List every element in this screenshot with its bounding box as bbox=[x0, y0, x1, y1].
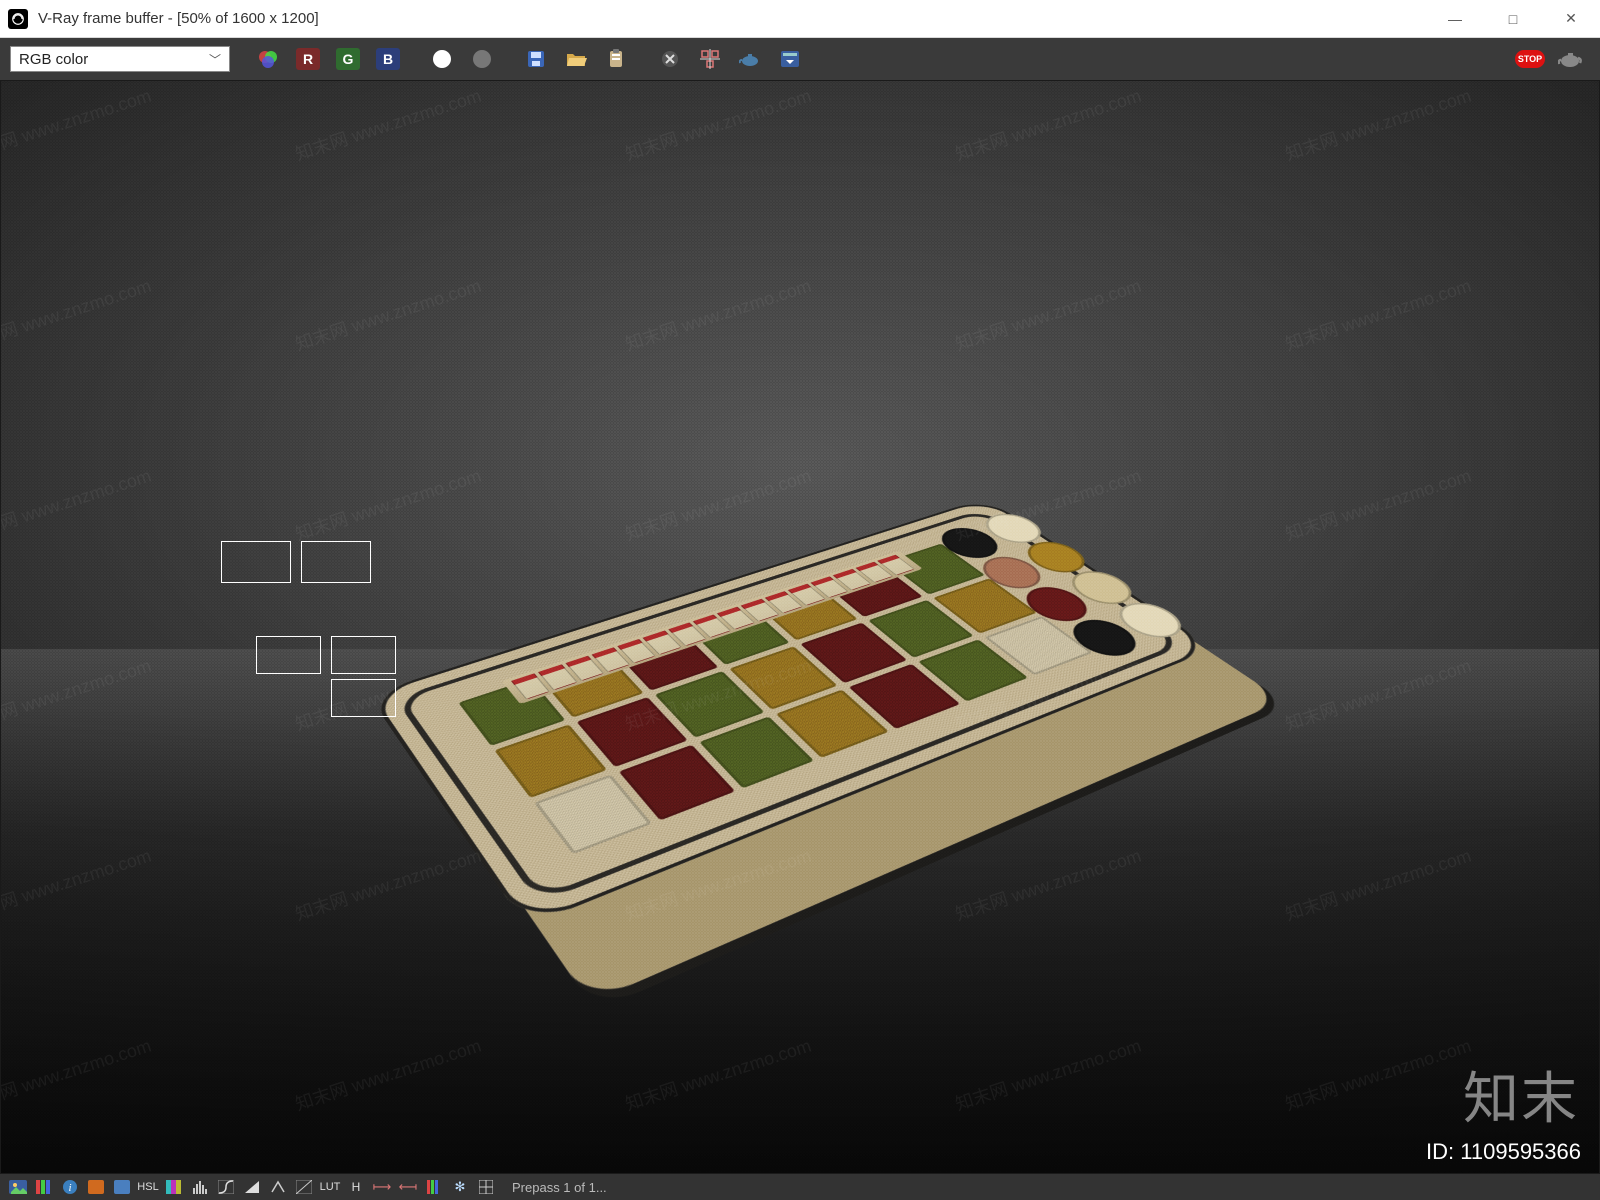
grey-circle-icon bbox=[473, 50, 491, 68]
track-mouse-rect bbox=[301, 541, 371, 583]
vray-app-icon bbox=[8, 9, 28, 29]
stop-icon: STOP bbox=[1515, 50, 1545, 68]
sb-exposure-icon[interactable] bbox=[242, 1178, 262, 1196]
statusbar: i HSL LUT H ⟼ ⟻ ✻ Prepass 1 of 1... bbox=[0, 1174, 1600, 1200]
blue-channel-icon: B bbox=[376, 48, 400, 70]
track-mouse-rect bbox=[331, 679, 396, 717]
rgb-venn-icon bbox=[257, 49, 279, 69]
white-circle-icon bbox=[433, 50, 451, 68]
open-image-button[interactable] bbox=[558, 44, 594, 74]
blue-channel-button[interactable]: B bbox=[370, 44, 406, 74]
status-text: Prepass 1 of 1... bbox=[512, 1180, 607, 1195]
sb-color1-icon[interactable] bbox=[86, 1178, 106, 1196]
stop-render-button[interactable]: STOP bbox=[1512, 44, 1548, 74]
render-noise-overlay bbox=[1, 81, 1599, 1173]
red-channel-button[interactable]: R bbox=[290, 44, 326, 74]
sb-bracket-l-icon[interactable]: ⟼ bbox=[372, 1178, 392, 1196]
green-channel-button[interactable]: G bbox=[330, 44, 366, 74]
window-title: V-Ray frame buffer - [50% of 1600 x 1200… bbox=[38, 10, 1426, 27]
floppy-disk-icon bbox=[526, 49, 546, 69]
maximize-button[interactable]: □ bbox=[1484, 0, 1542, 37]
chevron-down-icon: ﹀ bbox=[209, 51, 221, 68]
teapot-link-icon bbox=[739, 51, 761, 67]
clipboard-icon bbox=[607, 49, 625, 69]
channel-dropdown[interactable]: RGB color ﹀ bbox=[10, 46, 230, 72]
sb-stripes-icon[interactable] bbox=[424, 1178, 444, 1196]
render-viewport[interactable]: 知末网 www.znzmo.com知末网 www.znzmo.com知末网 ww… bbox=[0, 80, 1600, 1174]
clear-image-button[interactable] bbox=[652, 44, 688, 74]
sb-h-button[interactable]: H bbox=[346, 1178, 366, 1196]
mono-white-button[interactable] bbox=[424, 44, 460, 74]
start-render-button[interactable] bbox=[1552, 44, 1588, 74]
sb-levels-icon[interactable] bbox=[34, 1178, 54, 1196]
toolbar: RGB color ﹀ R G B bbox=[0, 38, 1600, 80]
sb-color2-icon[interactable] bbox=[112, 1178, 132, 1196]
sb-snowflake-icon[interactable]: ✻ bbox=[450, 1178, 470, 1196]
sb-grid-icon[interactable] bbox=[476, 1178, 496, 1196]
sb-info-icon[interactable]: i bbox=[60, 1178, 80, 1196]
sb-colorbalance-icon[interactable] bbox=[164, 1178, 184, 1196]
channel-dropdown-label: RGB color bbox=[19, 51, 88, 68]
sb-histogram-icon[interactable] bbox=[190, 1178, 210, 1196]
window-controls: — □ ✕ bbox=[1426, 0, 1600, 37]
sb-contrast-icon[interactable] bbox=[294, 1178, 314, 1196]
track-mouse-rect bbox=[221, 541, 291, 583]
link-vfb-button[interactable] bbox=[732, 44, 768, 74]
id-watermark: ID: 1109595366 bbox=[1426, 1139, 1581, 1165]
teapot-icon bbox=[1558, 50, 1582, 68]
sb-hsl-button[interactable]: HSL bbox=[138, 1178, 158, 1196]
close-button[interactable]: ✕ bbox=[1542, 0, 1600, 37]
clear-x-icon bbox=[660, 49, 680, 69]
minimize-button[interactable]: — bbox=[1426, 0, 1484, 37]
sb-image-icon[interactable] bbox=[8, 1178, 28, 1196]
sb-sharpen-icon[interactable] bbox=[268, 1178, 288, 1196]
history-button[interactable] bbox=[772, 44, 808, 74]
red-channel-icon: R bbox=[296, 48, 320, 70]
copy-clipboard-button[interactable] bbox=[598, 44, 634, 74]
sb-lut-button[interactable]: LUT bbox=[320, 1178, 340, 1196]
titlebar: V-Ray frame buffer - [50% of 1600 x 1200… bbox=[0, 0, 1600, 38]
svg-text:i: i bbox=[68, 1182, 71, 1194]
history-panel-icon bbox=[780, 50, 800, 68]
track-mouse-rect bbox=[256, 636, 321, 674]
vray-frame-buffer-window: V-Ray frame buffer - [50% of 1600 x 1200… bbox=[0, 0, 1600, 1200]
sb-bracket-r-icon[interactable]: ⟻ bbox=[398, 1178, 418, 1196]
save-image-button[interactable] bbox=[518, 44, 554, 74]
track-mouse-rect bbox=[331, 636, 396, 674]
region-crosshair-icon bbox=[700, 49, 720, 69]
region-render-button[interactable] bbox=[692, 44, 728, 74]
green-channel-icon: G bbox=[336, 48, 360, 70]
mono-grey-button[interactable] bbox=[464, 44, 500, 74]
folder-open-icon bbox=[565, 50, 587, 68]
rgb-channels-button[interactable] bbox=[250, 44, 286, 74]
brand-watermark: 知末 bbox=[1463, 1054, 1579, 1135]
sb-curve-icon[interactable] bbox=[216, 1178, 236, 1196]
